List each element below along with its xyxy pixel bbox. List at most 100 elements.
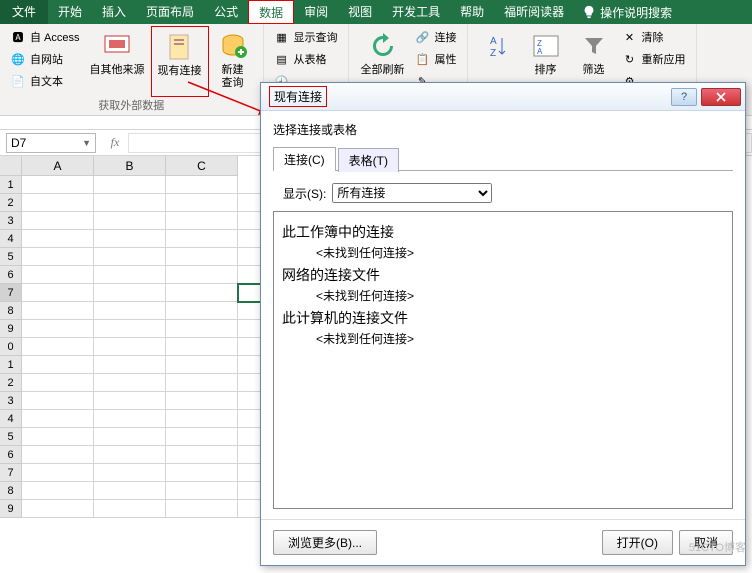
cell[interactable]	[94, 464, 166, 482]
cell[interactable]	[94, 266, 166, 284]
name-box[interactable]: D7 ▼	[6, 133, 96, 153]
cell[interactable]	[166, 482, 238, 500]
cell[interactable]	[166, 500, 238, 518]
cell[interactable]	[94, 446, 166, 464]
row-header[interactable]: 2	[0, 194, 22, 212]
cell[interactable]	[22, 176, 94, 194]
row-header[interactable]: 1	[0, 356, 22, 374]
cell[interactable]	[94, 320, 166, 338]
cell[interactable]	[22, 266, 94, 284]
cell[interactable]	[94, 302, 166, 320]
row-header[interactable]: 4	[0, 230, 22, 248]
tab-tables[interactable]: 表格(T)	[338, 148, 399, 172]
cell[interactable]	[94, 194, 166, 212]
cell[interactable]	[166, 266, 238, 284]
cell[interactable]	[94, 410, 166, 428]
menu-formulas[interactable]: 公式	[204, 0, 248, 24]
cell[interactable]	[166, 410, 238, 428]
row-header[interactable]: 6	[0, 446, 22, 464]
cell[interactable]	[22, 230, 94, 248]
cell[interactable]	[22, 392, 94, 410]
select-all-corner[interactable]	[0, 156, 22, 176]
cell[interactable]	[22, 500, 94, 518]
from-text-button[interactable]: 📄自文本	[6, 70, 84, 92]
cell[interactable]	[22, 338, 94, 356]
row-header[interactable]: 8	[0, 482, 22, 500]
cell[interactable]	[22, 428, 94, 446]
menu-page-layout[interactable]: 页面布局	[136, 0, 204, 24]
cell[interactable]	[22, 302, 94, 320]
cell[interactable]	[94, 284, 166, 302]
row-header[interactable]: 5	[0, 248, 22, 266]
cell[interactable]	[94, 230, 166, 248]
cell[interactable]	[166, 176, 238, 194]
cell[interactable]	[166, 194, 238, 212]
from-access-button[interactable]: 🅰自 Access	[6, 26, 84, 48]
from-table-button[interactable]: ▤从表格	[270, 48, 342, 70]
show-queries-button[interactable]: ▦显示查询	[270, 26, 342, 48]
chevron-down-icon[interactable]: ▼	[82, 138, 91, 148]
row-header[interactable]: 1	[0, 176, 22, 194]
cell[interactable]	[22, 410, 94, 428]
cell[interactable]	[22, 374, 94, 392]
cell[interactable]	[22, 464, 94, 482]
col-header-b[interactable]: B	[94, 156, 166, 176]
menu-home[interactable]: 开始	[48, 0, 92, 24]
from-web-button[interactable]: 🌐自网站	[6, 48, 84, 70]
cell[interactable]	[166, 392, 238, 410]
menu-review[interactable]: 审阅	[294, 0, 338, 24]
menu-help[interactable]: 帮助	[450, 0, 494, 24]
cell[interactable]	[166, 356, 238, 374]
tab-connections[interactable]: 连接(C)	[273, 147, 336, 171]
cell[interactable]	[94, 212, 166, 230]
show-select[interactable]: 所有连接	[332, 183, 492, 203]
tell-me-search[interactable]: 操作说明搜索	[582, 4, 672, 21]
menu-view[interactable]: 视图	[338, 0, 382, 24]
new-query-button[interactable]: 新建 查询	[209, 26, 257, 97]
cell[interactable]	[22, 248, 94, 266]
row-header[interactable]: 0	[0, 338, 22, 356]
row-header[interactable]: 8	[0, 302, 22, 320]
cell[interactable]	[166, 248, 238, 266]
row-header[interactable]: 3	[0, 212, 22, 230]
cell[interactable]	[22, 356, 94, 374]
cell[interactable]	[166, 464, 238, 482]
menu-developer[interactable]: 开发工具	[382, 0, 450, 24]
cell[interactable]	[22, 320, 94, 338]
menu-file[interactable]: 文件	[0, 0, 48, 24]
cell[interactable]	[22, 194, 94, 212]
cell[interactable]	[166, 446, 238, 464]
open-button[interactable]: 打开(O)	[602, 530, 673, 555]
cell[interactable]	[22, 482, 94, 500]
row-header[interactable]: 3	[0, 392, 22, 410]
cell[interactable]	[22, 284, 94, 302]
cell[interactable]	[94, 356, 166, 374]
row-header[interactable]: 5	[0, 428, 22, 446]
cell[interactable]	[94, 338, 166, 356]
cell[interactable]	[94, 500, 166, 518]
cell[interactable]	[166, 230, 238, 248]
dialog-close-button[interactable]	[701, 88, 741, 106]
cell[interactable]	[94, 176, 166, 194]
reapply-button[interactable]: ↻重新应用	[618, 48, 690, 70]
row-header[interactable]: 2	[0, 374, 22, 392]
menu-data[interactable]: 数据	[248, 0, 294, 24]
dialog-titlebar[interactable]: 现有连接 ?	[261, 83, 745, 111]
row-header[interactable]: 7	[0, 464, 22, 482]
col-header-a[interactable]: A	[22, 156, 94, 176]
cell[interactable]	[166, 320, 238, 338]
clear-filter-button[interactable]: ✕清除	[618, 26, 690, 48]
row-header[interactable]: 4	[0, 410, 22, 428]
menu-foxit[interactable]: 福昕阅读器	[494, 0, 574, 24]
dialog-help-button[interactable]: ?	[671, 88, 697, 106]
cell[interactable]	[166, 302, 238, 320]
row-header[interactable]: 9	[0, 320, 22, 338]
cell[interactable]	[166, 428, 238, 446]
from-other-sources-button[interactable]: 自其他来源	[84, 26, 151, 97]
fx-icon[interactable]: fx	[106, 134, 124, 152]
cell[interactable]	[94, 374, 166, 392]
connections-button[interactable]: 🔗连接	[411, 26, 461, 48]
cell[interactable]	[166, 338, 238, 356]
row-header[interactable]: 9	[0, 500, 22, 518]
cell[interactable]	[22, 446, 94, 464]
